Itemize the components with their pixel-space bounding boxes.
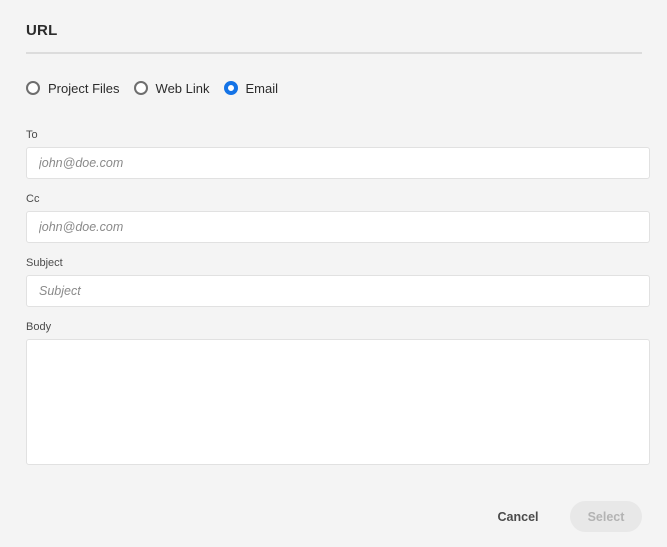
body-textarea[interactable]	[26, 339, 650, 465]
cancel-button[interactable]: Cancel	[486, 501, 550, 532]
radio-email[interactable]: Email	[223, 80, 279, 96]
to-label: To	[26, 129, 38, 141]
dialog-title: URL	[26, 22, 58, 39]
radio-unchecked-icon	[26, 81, 40, 95]
radio-web-link[interactable]: Web Link	[133, 80, 210, 96]
cc-label: Cc	[26, 193, 40, 205]
title-divider	[26, 52, 642, 54]
radio-project-files[interactable]: Project Files	[26, 81, 120, 96]
to-input[interactable]	[26, 147, 650, 179]
cc-input[interactable]	[26, 211, 650, 243]
radio-label-project-files: Project Files	[48, 80, 120, 96]
subject-input[interactable]	[26, 275, 650, 307]
radio-checked-icon	[223, 81, 238, 95]
subject-label: Subject	[26, 257, 63, 269]
link-type-radio-group: Project Files Web Link Email	[26, 78, 292, 98]
radio-label-email: Email	[245, 80, 279, 96]
url-dialog: URL Project Files Web Link Email To Cc S…	[0, 0, 667, 547]
body-label: Body	[26, 321, 52, 333]
radio-unchecked-icon	[133, 81, 148, 95]
select-button[interactable]: Select	[570, 501, 642, 532]
radio-label-web-link: Web Link	[155, 80, 210, 96]
